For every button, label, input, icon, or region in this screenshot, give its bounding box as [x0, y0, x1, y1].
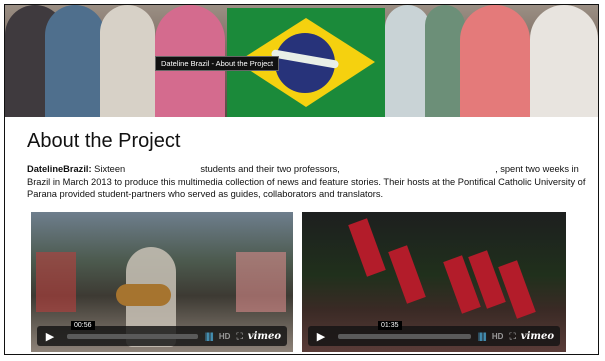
crowd-person [45, 5, 105, 117]
flag-banner [348, 218, 386, 277]
play-icon[interactable]: ▶ [308, 326, 334, 346]
page-title: About the Project [27, 130, 181, 152]
vimeo-logo[interactable]: vimeo [521, 331, 554, 342]
flag-banner [388, 245, 426, 304]
hero-banner-photo: Dateline Brazil - About the Project [5, 5, 598, 117]
page-frame: Dateline Brazil - About the Project Abou… [4, 4, 599, 355]
fullscreen-icon[interactable]: ⛶ [236, 331, 242, 342]
fullscreen-icon[interactable]: ⛶ [509, 331, 515, 342]
vimeo-logo[interactable]: vimeo [248, 331, 281, 342]
crowd-person [460, 5, 530, 117]
volume-bars-icon[interactable]: |||||| [478, 331, 487, 341]
hd-button[interactable]: HD [492, 332, 504, 341]
volume-bars-icon[interactable]: |||||| [205, 331, 214, 341]
video-controls: ▶ 01:35 |||||| HD ⛶ vimeo [308, 320, 560, 346]
crowd-person [100, 5, 155, 117]
video-player-1[interactable]: ▶ 00:56 |||||| HD ⛶ vimeo [31, 212, 293, 352]
video-controls: ▶ 00:56 |||||| HD ⛶ vimeo [37, 320, 287, 346]
flag-banner [498, 260, 536, 319]
image-tooltip: Dateline Brazil - About the Project [155, 56, 280, 71]
crowd-person [385, 5, 430, 117]
hd-button[interactable]: HD [219, 332, 231, 341]
guitar [116, 284, 171, 306]
market-stall [236, 252, 286, 312]
progress-track[interactable]: 01:35 [338, 320, 471, 339]
crowd-person [530, 5, 598, 117]
time-display: 00:56 [71, 320, 95, 330]
crowd-person [425, 5, 465, 117]
intro-lead: DatelineBrazil: [27, 164, 92, 174]
intro-part1: Sixteen [91, 164, 128, 174]
intro-paragraph: DatelineBrazil: Sixteen students and the… [27, 163, 587, 201]
intro-part2: students and their two professors, [197, 164, 343, 174]
time-display: 01:35 [378, 320, 402, 330]
video-player-2[interactable]: ▶ 01:35 |||||| HD ⛶ vimeo [302, 212, 566, 352]
play-icon[interactable]: ▶ [37, 326, 63, 346]
progress-track[interactable]: 00:56 [67, 320, 198, 339]
market-stall [36, 252, 76, 312]
